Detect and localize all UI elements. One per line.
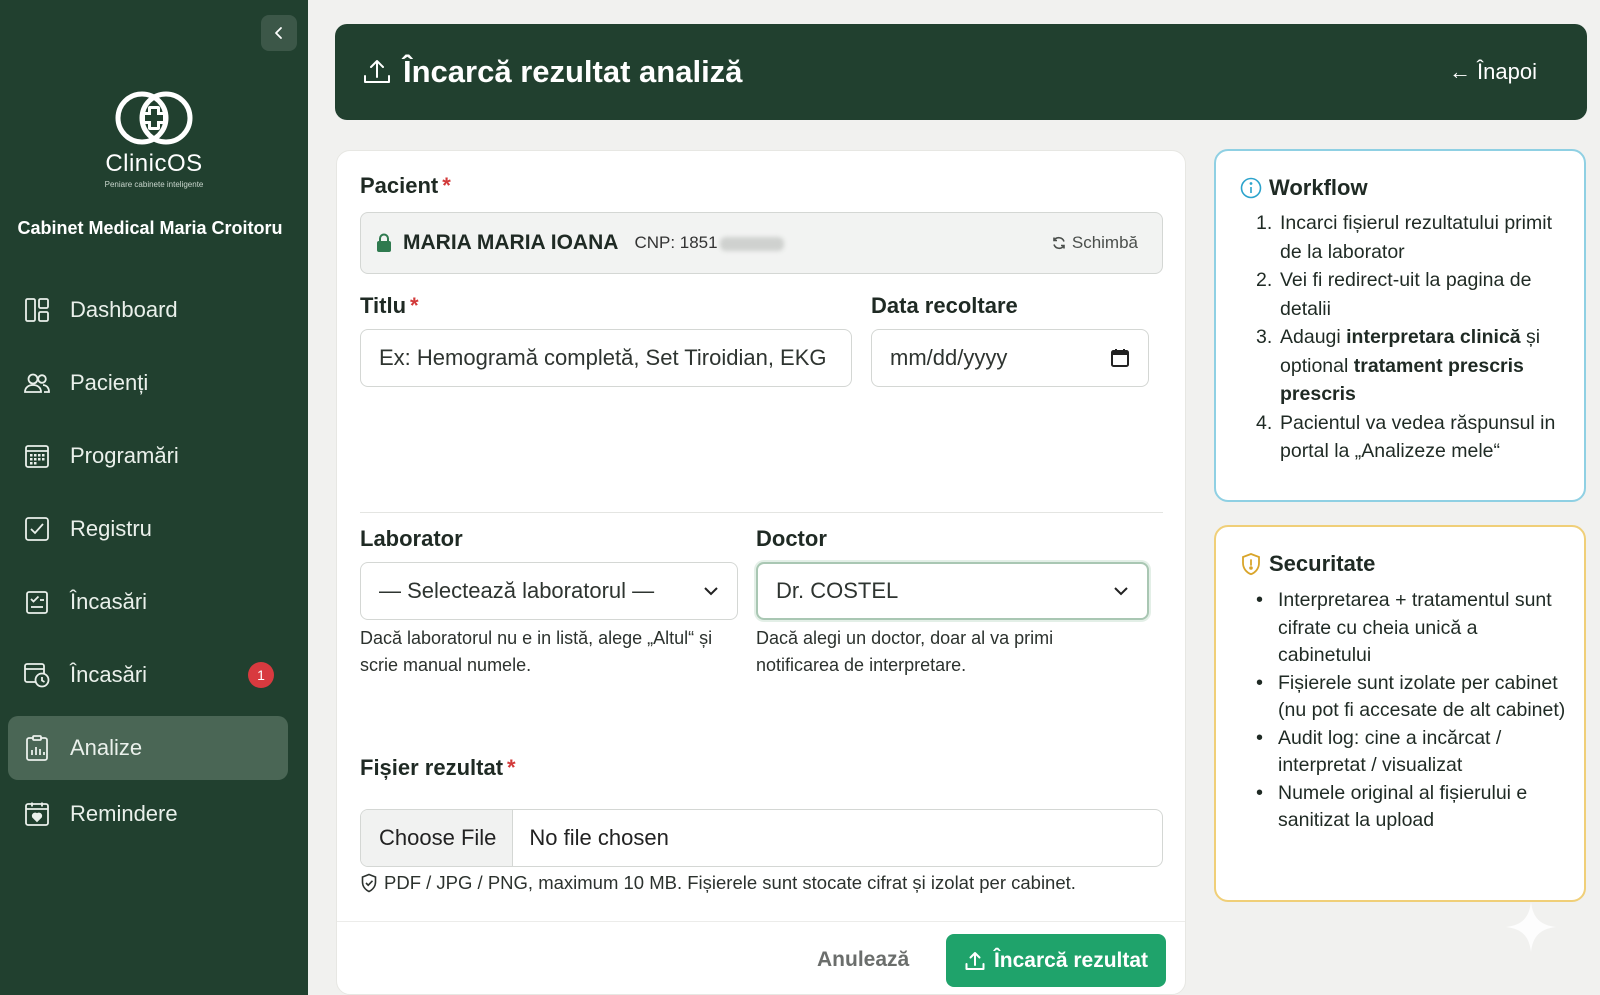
date-input[interactable]: mm/dd/yyyy — [871, 329, 1149, 387]
clipboard-chart-icon — [22, 733, 52, 763]
workflow-step: 4. Pacientul va vedea răspunsul in portal… — [1256, 411, 1556, 463]
workflow-step: 3. Adaugi interpretara clinică și optiona… — [1256, 326, 1541, 405]
workflow-title: Workflow — [1240, 175, 1368, 201]
date-label: Data recoltare — [871, 293, 1018, 318]
lab-select[interactable]: — Selectează laboratorul — — [360, 562, 738, 620]
calendar-icon — [22, 441, 52, 471]
sidebar-item-label: Dashboard — [70, 297, 178, 322]
clinicos-logo-icon — [115, 91, 193, 145]
shield-icon — [1242, 553, 1260, 576]
sidebar-nav: Dashboard Pacienți Programări Registru Î… — [8, 278, 288, 846]
upload-form: Pacient * MARIA MARIA IOANA CNP: 1851 Sch… — [336, 150, 1186, 995]
patient-name: MARIA MARIA IOANA — [403, 231, 619, 254]
calendar-clock-icon — [22, 660, 52, 690]
lock-icon — [377, 233, 391, 252]
file-label: Fișier rezultat * — [360, 755, 516, 780]
file-status: No file chosen — [529, 825, 669, 850]
dashboard-icon — [22, 295, 52, 325]
security-list: • Interpretarea + tratamentul sunt cifrat… — [1256, 587, 1576, 835]
upload-icon — [364, 60, 390, 83]
app-logo[interactable]: ClinicOS Peniare cabinete inteligente — [0, 88, 308, 189]
sidebar-item-incasari-2[interactable]: Încasări 1 — [8, 643, 288, 707]
cabinet-name: Cabinet Medical Maria Croitoru — [17, 218, 283, 238]
file-note: PDF / JPG / PNG, maximum 10 MB. Fișierel… — [360, 872, 1076, 894]
choose-file-button[interactable]: Choose File — [361, 810, 514, 866]
patient-field: MARIA MARIA IOANA CNP: 1851 Schimbă — [360, 212, 1163, 274]
file-input[interactable]: Choose File No file chosen — [360, 809, 1163, 867]
upload-icon — [965, 951, 985, 970]
sidebar-item-label: Încasări — [70, 662, 148, 687]
shield-check-icon — [361, 873, 377, 893]
patient-label: Pacient * — [360, 173, 451, 198]
lab-help-text: Dacă laboratorul nu e in listă, alege „A… — [360, 628, 713, 675]
back-link[interactable]: ← Înapoi — [1449, 59, 1537, 85]
back-link-label: Înapoi — [1477, 59, 1537, 84]
workflow-card: Workflow 1. Incarci fișierul rezultatului… — [1214, 149, 1586, 502]
sidebar-item-label: Registru — [70, 516, 152, 541]
sidebar-item-label: Pacienți — [70, 370, 149, 395]
arrow-left-icon: ← — [1449, 59, 1472, 84]
security-item: • Fișierele sunt izolate per cabinet (nu … — [1256, 671, 1566, 722]
refresh-icon — [1053, 236, 1065, 250]
patient-cnp: CNP: 1851 — [634, 233, 784, 253]
sidebar: ClinicOS Peniare cabinete inteligente Ca… — [0, 0, 308, 995]
app-tagline: Peniare cabinete inteligente — [104, 180, 204, 189]
security-item: • Numele original al fișierului e sanitiz… — [1256, 781, 1528, 832]
upload-result-button[interactable]: Încarcă rezultat — [946, 934, 1166, 987]
sidebar-item-pacienti[interactable]: Pacienți — [8, 351, 288, 415]
sparkle-icon — [1506, 902, 1556, 952]
sidebar-item-label: Remindere — [70, 801, 178, 826]
checklist-icon — [22, 587, 52, 617]
title-label: Titlu * — [360, 293, 419, 318]
app-name: ClinicOS — [105, 150, 203, 177]
sidebar-item-dashboard[interactable]: Dashboard — [8, 278, 288, 342]
doctor-label: Doctor — [756, 526, 827, 551]
sidebar-item-registru[interactable]: Registru — [8, 497, 288, 561]
change-patient-button[interactable]: Schimbă — [1051, 233, 1138, 253]
sidebar-item-label: Încasări — [70, 589, 148, 614]
section-divider — [360, 512, 1163, 513]
users-icon — [22, 368, 52, 398]
collapse-sidebar-button[interactable] — [261, 15, 297, 51]
security-item: • Interpretarea + tratamentul sunt cifrat… — [1256, 589, 1552, 666]
page-title: Încarcă rezultat analiză — [361, 54, 742, 90]
calendar-heart-icon — [22, 799, 52, 829]
sidebar-item-programari[interactable]: Programări — [8, 424, 288, 488]
chevron-down-icon — [1114, 587, 1128, 596]
notification-badge: 1 — [248, 662, 274, 688]
info-icon — [1240, 177, 1262, 199]
sidebar-item-incasari[interactable]: Încasări — [8, 570, 288, 634]
workflow-steps: 1. Incarci fișierul rezultatului primit d… — [1256, 209, 1574, 466]
sidebar-item-label: Analize — [70, 735, 143, 760]
workflow-step: 1. Incarci fișierul rezultatului primit d… — [1256, 212, 1553, 263]
sidebar-item-remindere[interactable]: Remindere — [8, 782, 288, 846]
chevron-down-icon — [704, 587, 718, 596]
sidebar-item-analize[interactable]: Analize — [8, 716, 288, 780]
cancel-button[interactable]: Anulează — [817, 934, 909, 986]
page-title-text: Încarcă rezultat analiză — [403, 54, 743, 89]
doctor-select[interactable]: Dr. COSTEL — [756, 562, 1149, 620]
cnp-redacted — [719, 236, 784, 251]
security-title: Securitate — [1240, 551, 1375, 577]
doctor-help-text: Dacă alegi un doctor, doar al va primi n… — [756, 628, 1054, 675]
calendar-picker-icon[interactable] — [1110, 348, 1130, 368]
chevron-left-icon — [275, 27, 282, 39]
title-input[interactable]: Ex: Hemogramă completă, Set Tiroidian, E… — [360, 329, 852, 387]
sidebar-item-label: Programări — [70, 443, 179, 468]
checkbox-icon — [22, 514, 52, 544]
page-header: Încarcă rezultat analiză ← Înapoi — [335, 24, 1587, 120]
security-item: • Audit log: cine a incărcat / interpreta… — [1256, 726, 1502, 777]
security-card: Securitate • Interpretarea + tratamentul … — [1214, 525, 1586, 902]
lab-label: Laborator — [360, 526, 463, 551]
workflow-step: 2. Vei fi redirect-uit la pagina de detal… — [1256, 269, 1532, 320]
footer-divider — [337, 921, 1185, 922]
